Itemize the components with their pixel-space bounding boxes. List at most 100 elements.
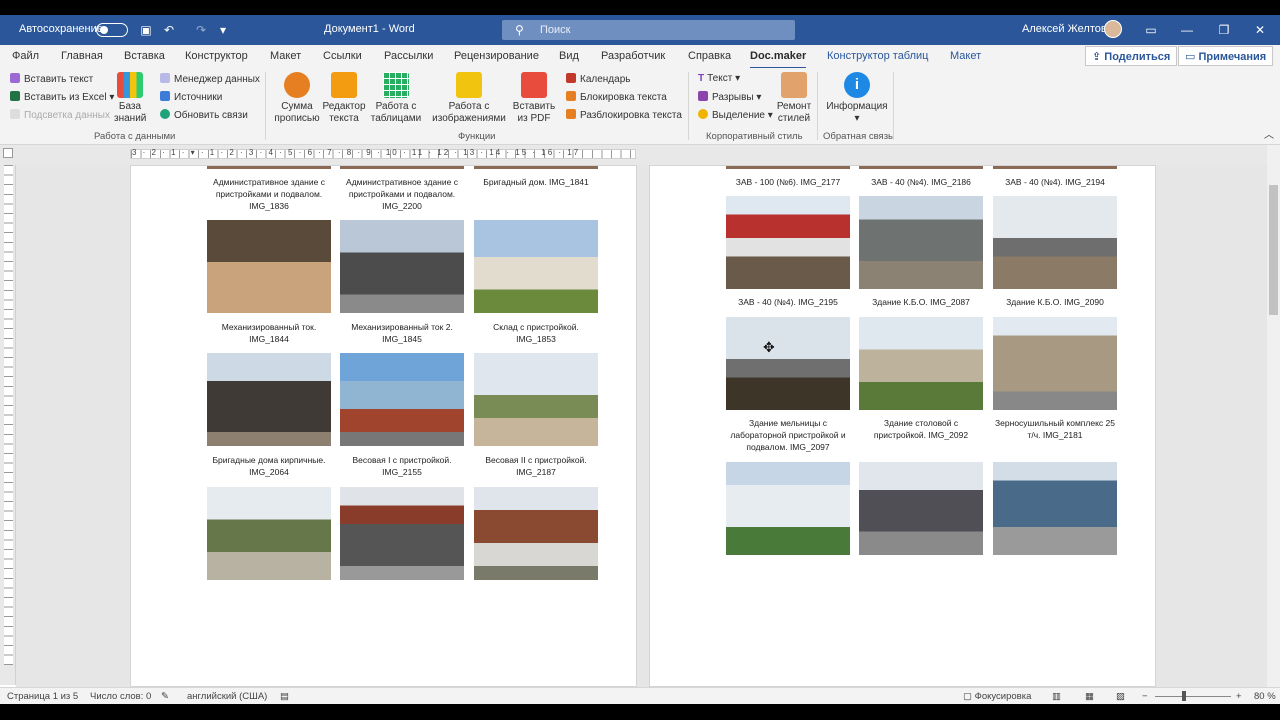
photo[interactable] bbox=[993, 196, 1117, 289]
tab-selector[interactable] bbox=[3, 148, 13, 158]
info-button[interactable]: i Информация ▾ bbox=[825, 72, 889, 125]
group-separator bbox=[817, 72, 818, 140]
photo[interactable] bbox=[993, 462, 1117, 555]
tab-home[interactable]: Главная bbox=[61, 50, 103, 62]
word-count[interactable]: Число слов: 0 bbox=[90, 691, 151, 702]
select-menu-button[interactable]: Выделение ▾ bbox=[698, 109, 773, 122]
ribbon-display-icon[interactable]: ▭ bbox=[1141, 21, 1161, 39]
customize-qat-icon[interactable]: ▾ bbox=[215, 22, 231, 38]
zoom-slider-thumb[interactable] bbox=[1182, 691, 1186, 701]
photo-caption: ЗАВ - 40 (№4). IMG_2195 bbox=[738, 297, 838, 307]
tab-help[interactable]: Справка bbox=[688, 50, 731, 62]
mouse-cursor: ✥ bbox=[763, 339, 775, 355]
breaks-menu-button[interactable]: Разрывы ▾ bbox=[698, 91, 761, 104]
tab-layout[interactable]: Макет bbox=[270, 50, 301, 62]
insert-pdf-button[interactable]: Вставить из PDF bbox=[512, 72, 556, 125]
unlock-text-button[interactable]: Разблокировка текста bbox=[566, 109, 682, 122]
comments-button[interactable]: ▭ Примечания bbox=[1178, 46, 1274, 66]
text-t-icon: T bbox=[698, 73, 705, 84]
restore-icon[interactable]: ❐ bbox=[1214, 21, 1234, 39]
lock-text-label: Блокировка текста bbox=[580, 92, 667, 103]
unlock-icon bbox=[566, 109, 576, 119]
photo[interactable] bbox=[340, 220, 464, 313]
web-layout-icon[interactable]: ▧ bbox=[1116, 691, 1125, 702]
refresh-links-button[interactable]: Обновить связи bbox=[160, 109, 248, 122]
photo[interactable] bbox=[474, 487, 598, 580]
tab-view[interactable]: Вид bbox=[559, 50, 579, 62]
text-editor-button[interactable]: Редактор текста bbox=[321, 72, 367, 125]
photo[interactable] bbox=[474, 353, 598, 446]
photo[interactable] bbox=[474, 220, 598, 313]
accessibility-icon[interactable]: ▤ bbox=[280, 691, 289, 702]
vertical-scrollbar[interactable] bbox=[1267, 145, 1280, 687]
page-count[interactable]: Страница 1 из 5 bbox=[7, 691, 78, 702]
text-menu-button[interactable]: T Текст ▾ bbox=[698, 73, 740, 85]
photo-top-cut bbox=[207, 166, 331, 169]
close-icon[interactable]: ✕ bbox=[1250, 21, 1270, 39]
autosave-toggle[interactable] bbox=[96, 23, 128, 37]
zoom-out-icon[interactable]: − bbox=[1142, 691, 1148, 702]
photo-caption: Административное здание с пристройками и… bbox=[346, 177, 458, 211]
lock-icon bbox=[566, 91, 576, 101]
photo[interactable] bbox=[207, 487, 331, 580]
user-name[interactable]: Алексей Желтов bbox=[1022, 23, 1107, 35]
insert-text-button[interactable]: Вставить текст bbox=[10, 73, 93, 86]
redo-icon[interactable]: ↷ bbox=[193, 22, 209, 38]
tab-table-layout[interactable]: Макет bbox=[950, 50, 981, 62]
print-layout-icon[interactable]: ▦ bbox=[1085, 691, 1094, 702]
tab-file[interactable]: Файл bbox=[12, 50, 39, 62]
tab-docmaker[interactable]: Doc.maker bbox=[750, 50, 807, 69]
calendar-button[interactable]: Календарь bbox=[566, 73, 630, 86]
sum-words-button[interactable]: Сумма прописью bbox=[273, 72, 321, 125]
table-work-button[interactable]: Работа с таблицами bbox=[367, 72, 425, 125]
zoom-slider[interactable] bbox=[1155, 696, 1231, 697]
focus-button[interactable]: ▢ Фокусировка bbox=[963, 691, 1031, 702]
insert-excel-button[interactable]: Вставить из Excel ▾ bbox=[10, 91, 114, 104]
undo-icon[interactable]: ↶ bbox=[161, 22, 177, 38]
tab-insert[interactable]: Вставка bbox=[124, 50, 165, 62]
collapse-ribbon-icon[interactable]: ︿ bbox=[1264, 130, 1274, 142]
minimize-icon[interactable]: — bbox=[1177, 21, 1197, 39]
photo[interactable] bbox=[207, 353, 331, 446]
save-icon[interactable]: ▣ bbox=[138, 22, 154, 38]
language[interactable]: английский (США) bbox=[187, 691, 267, 702]
image-work-button[interactable]: Работа с изображениями bbox=[428, 72, 510, 125]
select-icon bbox=[698, 109, 708, 119]
zoom-in-icon[interactable]: + bbox=[1236, 691, 1242, 702]
insert-text-icon bbox=[10, 73, 20, 83]
photo[interactable] bbox=[859, 462, 983, 555]
lock-text-button[interactable]: Блокировка текста bbox=[566, 91, 667, 104]
read-mode-icon[interactable]: ▥ bbox=[1052, 691, 1061, 702]
photo[interactable] bbox=[340, 487, 464, 580]
share-button[interactable]: ⇪ Поделиться bbox=[1085, 46, 1178, 66]
photo[interactable] bbox=[340, 353, 464, 446]
highlight-data-button[interactable]: Подсветка данных bbox=[10, 109, 110, 122]
sources-button[interactable]: Источники bbox=[160, 91, 222, 104]
search-box[interactable]: ⚲ Поиск bbox=[502, 20, 795, 40]
style-repair-button[interactable]: Ремонт стилей bbox=[774, 72, 814, 125]
photo[interactable] bbox=[207, 220, 331, 313]
zoom-level[interactable]: 80 % bbox=[1254, 691, 1276, 702]
link-icon bbox=[160, 91, 170, 101]
tab-developer[interactable]: Разработчик bbox=[601, 50, 665, 62]
photo[interactable] bbox=[726, 462, 850, 555]
photo[interactable] bbox=[859, 317, 983, 410]
tab-design[interactable]: Конструктор bbox=[185, 50, 248, 62]
knowledge-base-button[interactable]: База знаний bbox=[114, 72, 146, 125]
proofing-icon[interactable]: ✎ bbox=[161, 691, 169, 702]
ruler-ticks: 3 · 2 · 1 · ▾ · 1 · 2 · 3 · 4 · 5 · 6 · … bbox=[132, 148, 581, 157]
photo[interactable] bbox=[726, 196, 850, 289]
tab-references[interactable]: Ссылки bbox=[323, 50, 362, 62]
word-window: Автосохранение ▣ ↶ ↷ ▾ Документ1 - Word … bbox=[0, 0, 1280, 720]
status-bar: Страница 1 из 5 Число слов: 0 ✎ английск… bbox=[0, 687, 1280, 704]
scroll-thumb[interactable] bbox=[1269, 185, 1278, 315]
user-avatar[interactable] bbox=[1104, 20, 1122, 38]
tab-table-design[interactable]: Конструктор таблиц bbox=[827, 50, 928, 62]
photo[interactable] bbox=[726, 317, 850, 410]
photo[interactable] bbox=[859, 196, 983, 289]
calendar-label: Календарь bbox=[580, 74, 631, 85]
tab-mailings[interactable]: Рассылки bbox=[384, 50, 433, 62]
data-manager-button[interactable]: Менеджер данных bbox=[160, 73, 260, 86]
photo[interactable] bbox=[993, 317, 1117, 410]
tab-review[interactable]: Рецензирование bbox=[454, 50, 539, 62]
